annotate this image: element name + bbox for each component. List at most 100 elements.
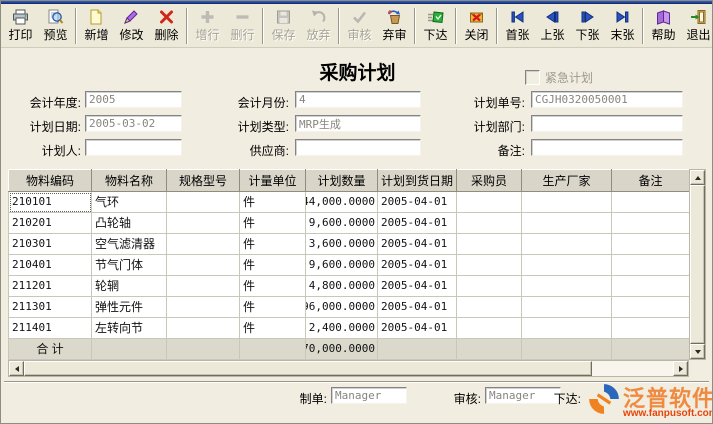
cell-arrival-date[interactable]: 2005-04-01 [378,276,457,297]
cell-manufacturer[interactable] [522,318,612,339]
supplier-input[interactable] [295,139,421,156]
cell-material-code[interactable]: 210201 [9,213,92,234]
cell-manufacturer[interactable] [522,234,612,255]
cell-material-code[interactable]: 211301 [9,297,92,318]
unaudit-button[interactable]: 弃审 [377,6,412,46]
planner-input[interactable] [85,139,182,156]
cell-unit[interactable]: 件 [240,255,306,276]
cell-note[interactable] [612,318,690,339]
scroll-left-button[interactable] [9,361,24,376]
cell-material-code[interactable]: 210401 [9,255,92,276]
cell-spec[interactable] [167,297,240,318]
next-record-button[interactable]: 下张 [570,6,605,46]
cell-qty[interactable]: 96,000.0000 [306,297,378,318]
creator-input[interactable] [331,387,407,404]
cell-qty[interactable]: 9,600.0000 [306,213,378,234]
cell-unit[interactable]: 件 [240,234,306,255]
scroll-down-button[interactable] [690,344,705,359]
cell-material-code[interactable]: 210301 [9,234,92,255]
table-row[interactable]: 211201 轮辋 件 4,800.0000 2005-04-01 [9,276,690,297]
cell-manufacturer[interactable] [522,213,612,234]
cell-arrival-date[interactable]: 2005-04-01 [378,255,457,276]
cell-manufacturer[interactable] [522,297,612,318]
cell-unit[interactable]: 件 [240,297,306,318]
plan-type-input[interactable] [295,115,421,132]
cell-spec[interactable] [167,213,240,234]
cell-material-name[interactable]: 凸轮轴 [92,213,167,234]
cell-material-name[interactable]: 轮辋 [92,276,167,297]
help-button[interactable]: 帮助 [646,6,681,46]
table-row[interactable]: 211401 左转向节 件 2,400.0000 2005-04-01 [9,318,690,339]
cell-buyer[interactable] [457,318,522,339]
remark-input[interactable] [531,139,683,156]
cell-spec[interactable] [167,276,240,297]
cell-spec[interactable] [167,234,240,255]
vertical-scrollbar[interactable] [689,169,706,360]
cell-note[interactable] [612,213,690,234]
cell-material-code[interactable]: 211401 [9,318,92,339]
fiscal-year-input[interactable] [85,91,182,108]
cell-qty[interactable]: 2,400.0000 [306,318,378,339]
table-row[interactable]: 210201 凸轮轴 件 9,600.0000 2005-04-01 [9,213,690,234]
preview-button[interactable]: 预览 [38,6,73,46]
last-record-button[interactable]: 末张 [605,6,640,46]
delete-button[interactable]: 删除 [149,6,184,46]
cell-unit[interactable]: 件 [240,213,306,234]
cell-buyer[interactable] [457,213,522,234]
add-button[interactable]: 新增 [79,6,114,46]
cell-arrival-date[interactable]: 2005-04-01 [378,318,457,339]
issue-button[interactable]: 下达 [418,6,453,46]
cell-material-name[interactable]: 空气滤清器 [92,234,167,255]
table-row[interactable]: 211301 弹性元件 件 96,000.0000 2005-04-01 [9,297,690,318]
cell-arrival-date[interactable]: 2005-04-01 [378,234,457,255]
scroll-right-button[interactable] [673,361,688,376]
fiscal-month-input[interactable] [295,91,421,108]
table-row[interactable]: 210301 空气滤清器 件 3,600.0000 2005-04-01 [9,234,690,255]
cell-buyer[interactable] [457,234,522,255]
print-button[interactable]: 打印 [3,6,38,46]
cell-material-name[interactable]: 弹性元件 [92,297,167,318]
horizontal-scrollbar[interactable] [8,360,689,377]
cell-material-name[interactable]: 气环 [92,192,167,213]
cell-buyer[interactable] [457,255,522,276]
cell-unit[interactable]: 件 [240,276,306,297]
cell-qty[interactable]: 4,800.0000 [306,276,378,297]
cell-arrival-date[interactable]: 2005-04-01 [378,213,457,234]
cell-material-name[interactable]: 节气门体 [92,255,167,276]
cell-qty[interactable]: 44,000.0000 [306,192,378,213]
table-row[interactable]: 210101 气环 件 44,000.0000 2005-04-01 [9,192,690,213]
plan-number-input[interactable] [531,91,683,108]
cell-note[interactable] [612,255,690,276]
cell-manufacturer[interactable] [522,276,612,297]
table-row[interactable]: 210401 节气门体 件 9,600.0000 2005-04-01 [9,255,690,276]
cell-note[interactable] [612,192,690,213]
cell-qty[interactable]: 9,600.0000 [306,255,378,276]
cell-unit[interactable]: 件 [240,192,306,213]
cell-material-name[interactable]: 左转向节 [92,318,167,339]
cell-spec[interactable] [167,255,240,276]
cell-spec[interactable] [167,318,240,339]
first-record-button[interactable]: 首张 [500,6,535,46]
cell-arrival-date[interactable]: 2005-04-01 [378,297,457,318]
cell-qty[interactable]: 3,600.0000 [306,234,378,255]
scroll-up-button[interactable] [690,170,705,185]
cell-buyer[interactable] [457,297,522,318]
cell-manufacturer[interactable] [522,255,612,276]
cell-material-code[interactable]: 211201 [9,276,92,297]
plan-department-input[interactable] [531,115,683,132]
vertical-scroll-thumb[interactable] [690,185,705,344]
cell-note[interactable] [612,297,690,318]
cell-buyer[interactable] [457,276,522,297]
cell-note[interactable] [612,276,690,297]
exit-button[interactable]: 退出 [681,6,713,46]
cell-buyer[interactable] [457,192,522,213]
prev-record-button[interactable]: 上张 [535,6,570,46]
cell-material-code[interactable]: 210101 [9,192,92,213]
plan-date-input[interactable] [85,115,182,132]
cell-unit[interactable]: 件 [240,318,306,339]
cell-note[interactable] [612,234,690,255]
horizontal-scroll-thumb[interactable] [24,361,592,376]
cell-manufacturer[interactable] [522,192,612,213]
cell-spec[interactable] [167,192,240,213]
cell-arrival-date[interactable]: 2005-04-01 [378,192,457,213]
